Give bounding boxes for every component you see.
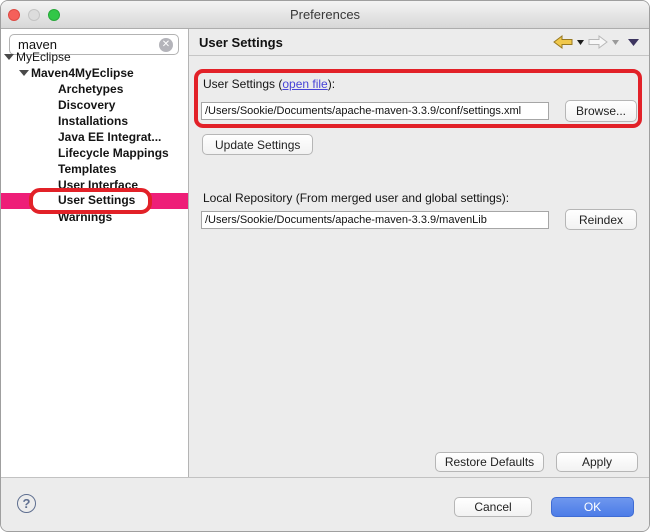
cancel-button[interactable]: Cancel [454,497,532,517]
user-settings-path-field[interactable] [201,102,549,120]
header-nav-icons [553,35,639,49]
local-repository-path-field[interactable] [201,211,549,229]
forward-history-dropdown-icon [612,40,619,45]
preferences-tree: MyEclipse Maven4MyEclipse Archetypes Dis… [1,49,188,225]
expanded-triangle-icon[interactable] [4,54,14,60]
page-title: User Settings [199,35,283,50]
tree-item-label: Lifecycle Mappings [58,146,169,160]
restore-defaults-button[interactable]: Restore Defaults [435,452,544,472]
ok-button[interactable]: OK [551,497,634,517]
tree-item-label: User Settings [58,193,135,207]
view-menu-icon[interactable] [628,39,639,46]
help-icon[interactable]: ? [17,494,36,513]
preferences-window: Preferences ✕ MyEclipse Maven4MyEclipse … [0,0,650,532]
reindex-button[interactable]: Reindex [565,209,637,230]
expanded-triangle-icon[interactable] [19,70,29,76]
tree-item-lifecycle-mappings[interactable]: Lifecycle Mappings [1,145,188,161]
label-text: User Settings ( [203,77,282,91]
user-settings-label: User Settings (open file): [203,77,335,91]
local-repository-label: Local Repository (From merged user and g… [203,191,509,205]
tree-item-java-ee-integration[interactable]: Java EE Integrat... [1,129,188,145]
tree-item-label: Templates [58,162,116,176]
window-title: Preferences [290,7,360,22]
back-history-dropdown-icon[interactable] [577,40,584,45]
tree-item-maven4myeclipse[interactable]: Maven4MyEclipse [1,65,188,81]
label-text: ): [328,77,335,91]
zoom-window-icon[interactable] [48,9,60,21]
dialog-footer: ? Cancel OK [1,477,649,531]
titlebar: Preferences [1,1,649,29]
tree-item-label: MyEclipse [16,50,71,64]
tree-item-label: Installations [58,114,128,128]
tree-item-user-settings-selected[interactable]: User Settings [1,193,188,209]
page-header: User Settings [189,29,649,56]
traffic-lights [8,9,60,21]
minimize-window-icon [28,9,40,21]
user-settings-panel: User Settings [189,29,649,479]
apply-button[interactable]: Apply [556,452,638,472]
tree-item-archetypes[interactable]: Archetypes [1,81,188,97]
tree-item-myeclipse[interactable]: MyEclipse [1,49,188,65]
tree-item-label: Discovery [58,98,115,112]
preferences-sidebar: ✕ MyEclipse Maven4MyEclipse Archetypes D… [1,29,189,479]
open-file-link[interactable]: open file [282,77,327,91]
tree-item-label: Archetypes [58,82,123,96]
tree-item-discovery[interactable]: Discovery [1,97,188,113]
red-annotation-box: User Settings [29,188,152,214]
tree-item-templates[interactable]: Templates [1,161,188,177]
tree-item-label: Maven4MyEclipse [31,66,134,80]
forward-arrow-icon [588,35,608,49]
close-window-icon[interactable] [8,9,20,21]
tree-item-label: Java EE Integrat... [58,130,161,144]
update-settings-button[interactable]: Update Settings [202,134,313,155]
tree-item-installations[interactable]: Installations [1,113,188,129]
browse-button[interactable]: Browse... [565,100,637,122]
back-arrow-icon[interactable] [553,35,573,49]
